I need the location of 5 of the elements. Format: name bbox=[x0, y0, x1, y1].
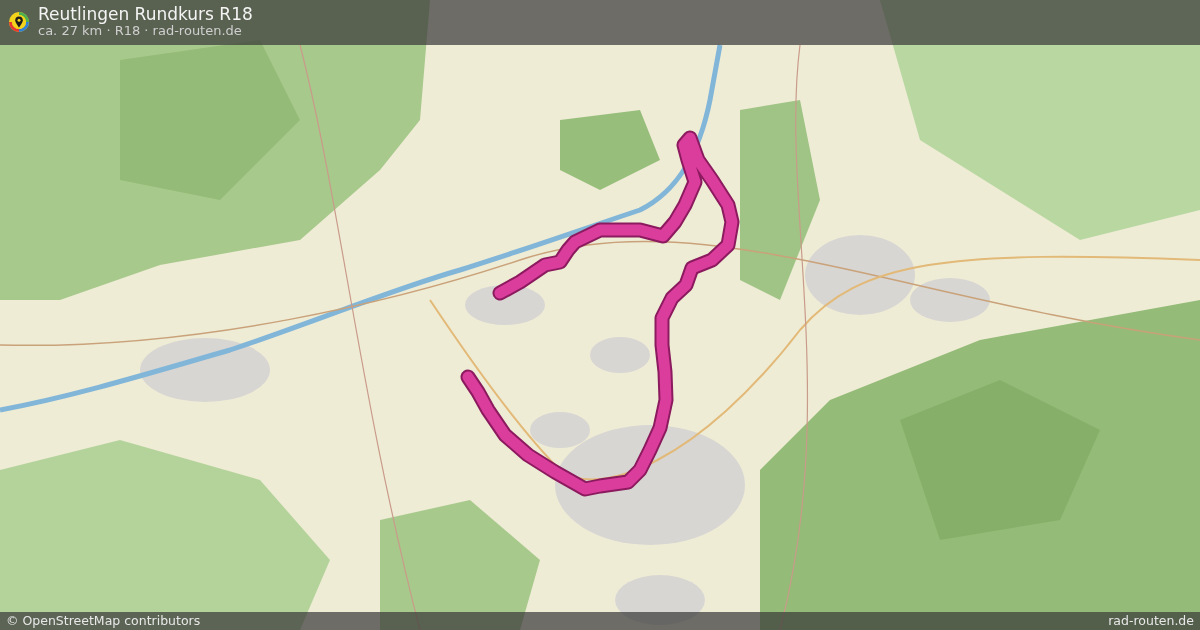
map-pin-icon bbox=[8, 10, 30, 33]
route-subtitle: ca. 27 km · R18 · rad-routen.de bbox=[38, 23, 243, 38]
route-title: Reutlingen Rundkurs R18 bbox=[38, 5, 253, 24]
map-attribution: © OpenStreetMap contributors bbox=[6, 612, 201, 630]
site-brand: rad-routen.de bbox=[1108, 612, 1194, 630]
